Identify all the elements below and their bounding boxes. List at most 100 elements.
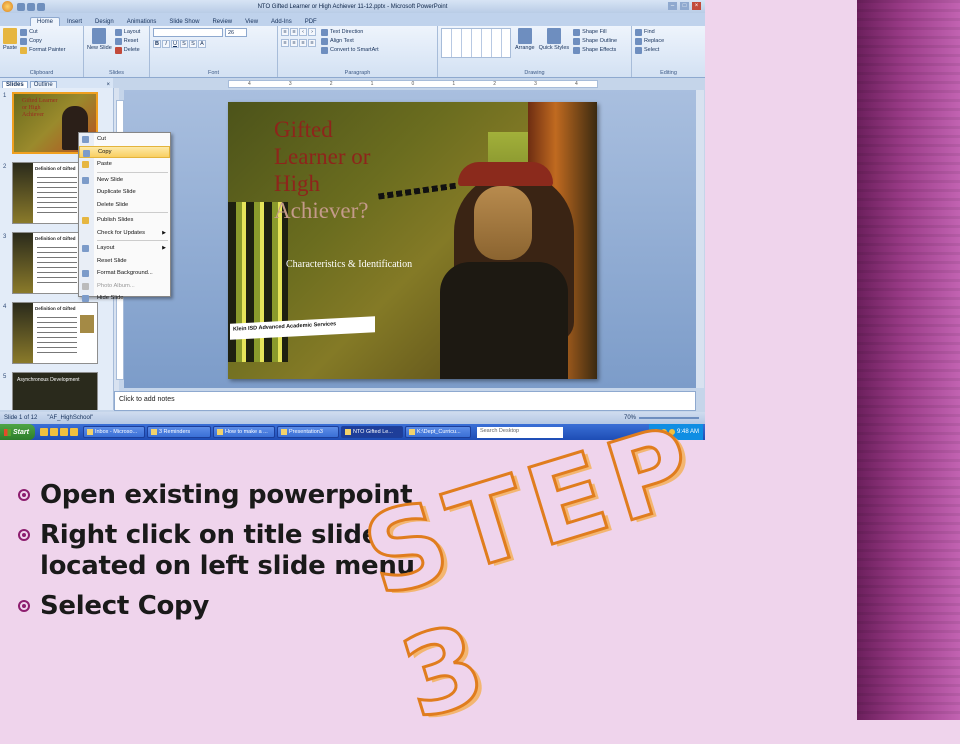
menu-item-paste[interactable]: Paste bbox=[79, 158, 170, 171]
copy-button[interactable]: Copy bbox=[20, 37, 65, 46]
layout-button[interactable]: Layout bbox=[114, 28, 140, 37]
align-left-button[interactable]: ≡ bbox=[281, 39, 289, 47]
menu-item-publish-slides[interactable]: Publish Slides bbox=[79, 214, 170, 227]
slide-count: Slide 1 of 12 bbox=[4, 415, 38, 421]
submenu-arrow-icon: ▶ bbox=[162, 229, 166, 236]
taskbar-button[interactable]: Inbox - Microso... bbox=[82, 426, 145, 438]
menu-item-delete-slide[interactable]: Delete Slide bbox=[79, 199, 170, 212]
slide-photo bbox=[474, 186, 532, 260]
bold-button[interactable]: B bbox=[153, 40, 161, 48]
paste-button[interactable]: Paste bbox=[3, 28, 17, 67]
convert-smartart-button[interactable]: Convert to SmartArt bbox=[321, 46, 379, 55]
select-button[interactable]: Select bbox=[635, 46, 702, 55]
increase-indent-button[interactable]: › bbox=[308, 28, 316, 36]
window-icon bbox=[86, 429, 93, 435]
thumb-number: 2 bbox=[3, 164, 7, 170]
arrange-button[interactable]: Arrange bbox=[515, 28, 535, 67]
menu-item-hide-slide[interactable]: Hide Slide bbox=[79, 292, 170, 305]
taskbar-button[interactable]: Presentation3 bbox=[276, 426, 339, 438]
shadow-button[interactable]: S bbox=[189, 40, 197, 48]
menu-item-copy[interactable]: Copy bbox=[79, 145, 170, 158]
font-name-field[interactable] bbox=[153, 28, 223, 37]
taskbar-button[interactable]: 3 Reminders bbox=[146, 426, 211, 438]
shape-outline-button[interactable]: Shape Outline bbox=[573, 37, 617, 46]
tab-outline[interactable]: Outline bbox=[29, 81, 57, 88]
menu-item-cut[interactable]: Cut bbox=[79, 133, 170, 146]
underline-button[interactable]: U bbox=[171, 40, 179, 48]
replace-button[interactable]: Replace bbox=[635, 37, 702, 46]
window-icon bbox=[150, 429, 157, 435]
tab-review[interactable]: Review bbox=[206, 18, 238, 26]
folder-icon[interactable] bbox=[49, 428, 58, 436]
menu-separator bbox=[97, 212, 168, 213]
title-slide[interactable]: Gifted Learner or High Achiever? Charact… bbox=[228, 102, 597, 379]
find-button[interactable]: Find bbox=[635, 28, 702, 37]
window-title: NTO Gifted Learner or High Achiever 11-1… bbox=[257, 3, 448, 10]
align-text-button[interactable]: Align Text bbox=[321, 37, 379, 46]
font-size-field[interactable]: 26 bbox=[225, 28, 247, 37]
quick-styles-button[interactable]: Quick Styles bbox=[539, 28, 569, 67]
align-center-button[interactable]: ≡ bbox=[290, 39, 298, 47]
tab-animations[interactable]: Animations bbox=[121, 18, 163, 26]
menu-separator bbox=[97, 171, 168, 173]
text-direction-button[interactable]: Text Direction bbox=[321, 28, 379, 37]
justify-button[interactable]: ≡ bbox=[308, 39, 316, 47]
thumb-number: 4 bbox=[3, 304, 7, 310]
notes-pane[interactable]: Click to add notes bbox=[114, 391, 696, 411]
align-right-button[interactable]: ≡ bbox=[299, 39, 307, 47]
app-icon[interactable] bbox=[69, 428, 78, 436]
cut-button[interactable]: Cut bbox=[20, 28, 65, 37]
slide-title[interactable]: Gifted Learner or High Achiever? bbox=[274, 116, 370, 224]
bullet-icon bbox=[18, 600, 30, 612]
slide-subtitle[interactable]: Characteristics & Identification bbox=[286, 259, 412, 270]
tab-home[interactable]: Home bbox=[30, 17, 61, 26]
window-icon bbox=[408, 429, 415, 435]
layout-icon bbox=[114, 29, 122, 36]
bullets-button[interactable]: ≡ bbox=[281, 28, 289, 36]
shape-fill-button[interactable]: Shape Fill bbox=[573, 28, 617, 37]
thumb-stripe bbox=[13, 163, 33, 223]
numbering-button[interactable]: ≡ bbox=[290, 28, 298, 36]
tab-insert[interactable]: Insert bbox=[61, 18, 88, 26]
tab-slide-show[interactable]: Slide Show bbox=[163, 18, 205, 26]
menu-item-check-updates[interactable]: Check for Updates ▶ bbox=[79, 227, 170, 240]
minimize-button[interactable]: – bbox=[668, 2, 677, 10]
thumbnail-slide-5[interactable]: Asynchronous Development bbox=[12, 372, 98, 410]
thumbnail-slide-4[interactable]: Definition of Gifted bbox=[12, 302, 98, 364]
strikethrough-button[interactable]: S bbox=[180, 40, 188, 48]
delete-button[interactable]: Delete bbox=[114, 46, 141, 55]
shapes-gallery[interactable] bbox=[441, 28, 511, 58]
outlook-icon[interactable] bbox=[59, 428, 68, 436]
editor-scrollbar[interactable] bbox=[696, 90, 704, 388]
taskbar-button[interactable]: How to make a ... bbox=[212, 426, 275, 438]
desktop-search-input[interactable]: Search Desktop bbox=[476, 426, 563, 438]
new-slide-button[interactable]: New Slide bbox=[87, 28, 112, 67]
tab-add-ins[interactable]: Add-Ins bbox=[265, 18, 298, 26]
menu-item-new-slide[interactable]: New Slide bbox=[79, 174, 170, 187]
align-text-icon bbox=[321, 38, 328, 45]
start-button[interactable]: Start bbox=[0, 424, 35, 440]
maximize-button[interactable]: □ bbox=[680, 2, 689, 10]
italic-button[interactable]: I bbox=[162, 40, 170, 48]
menu-item-format-background[interactable]: Format Background... bbox=[79, 267, 170, 280]
shape-effects-button[interactable]: Shape Effects bbox=[573, 46, 617, 55]
format-painter-button[interactable]: Format Painter bbox=[20, 46, 65, 55]
menu-item-duplicate-slide[interactable]: Duplicate Slide bbox=[79, 186, 170, 199]
tab-pdf[interactable]: PDF bbox=[299, 18, 323, 26]
decrease-indent-button[interactable]: ‹ bbox=[299, 28, 307, 36]
menu-item-layout[interactable]: Layout ▶ bbox=[79, 242, 170, 255]
slide-title-line: Learner or bbox=[274, 144, 371, 169]
brush-icon bbox=[20, 47, 28, 54]
taskbar-button[interactable]: K:\Dept_Curricu... bbox=[404, 426, 471, 438]
fill-icon bbox=[573, 29, 581, 36]
tab-slides[interactable]: Slides bbox=[2, 81, 28, 88]
close-button[interactable]: × bbox=[692, 2, 701, 10]
tab-design[interactable]: Design bbox=[89, 18, 120, 26]
taskbar-button[interactable]: NTO Gifted Le... bbox=[340, 426, 403, 438]
tab-view[interactable]: View bbox=[239, 18, 264, 26]
reset-button[interactable]: Reset bbox=[114, 37, 141, 46]
font-label: Font bbox=[207, 70, 219, 76]
ie-icon[interactable] bbox=[39, 428, 48, 436]
menu-item-reset-slide[interactable]: Reset Slide bbox=[79, 255, 170, 268]
font-color-button[interactable]: A bbox=[198, 40, 206, 48]
